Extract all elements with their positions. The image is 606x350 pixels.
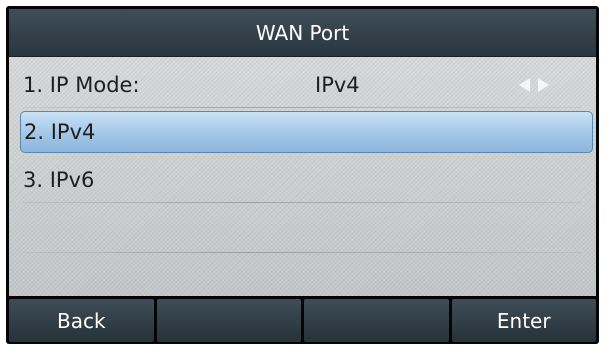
menu-item-ipv6[interactable]: 3. IPv6 (9, 158, 596, 202)
phone-screen: WAN Port 1. IP Mode: IPv4 2. IPv4 3. IPv… (6, 6, 599, 344)
softkey-2[interactable] (156, 299, 301, 342)
softkey-bar: Back Enter (9, 299, 596, 342)
divider (23, 107, 582, 108)
menu-item-label: 3. IPv6 (23, 168, 95, 192)
softkey-3[interactable] (304, 299, 449, 342)
arrow-left-icon[interactable] (519, 78, 530, 92)
ip-mode-value: IPv4 (315, 73, 360, 97)
page-title: WAN Port (255, 20, 350, 45)
menu-list: 1. IP Mode: IPv4 2. IPv4 3. IPv6 (9, 57, 596, 296)
menu-item-label: 1. IP Mode: (23, 73, 140, 97)
menu-item-label: 2. IPv4 (24, 120, 96, 144)
divider (23, 252, 582, 253)
arrow-right-icon[interactable] (538, 78, 549, 92)
menu-item-ip-mode[interactable]: 1. IP Mode: IPv4 (9, 63, 596, 107)
title-bar: WAN Port (9, 9, 596, 57)
softkey-back[interactable]: Back (9, 299, 154, 342)
value-switcher[interactable] (519, 63, 549, 107)
softkey-enter[interactable]: Enter (451, 299, 596, 342)
divider (23, 202, 582, 203)
menu-item-ipv4[interactable]: 2. IPv4 (20, 111, 593, 153)
